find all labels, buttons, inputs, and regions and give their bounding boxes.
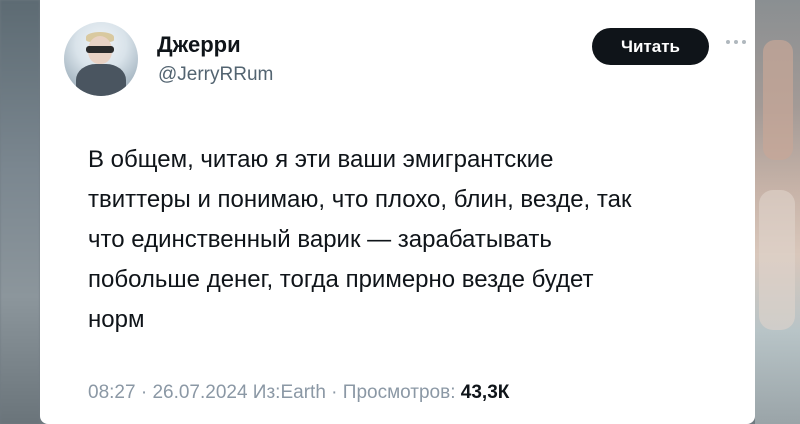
- tweet-source: Earth: [280, 382, 326, 403]
- meta-separator: ·: [325, 382, 343, 403]
- tweet-meta: 08:27 · 26.07.2024 Из:Earth · Просмотров…: [88, 382, 509, 404]
- avatar-body: [76, 64, 126, 96]
- more-horizontal-icon[interactable]: [726, 36, 750, 48]
- tweet-time[interactable]: 08:27: [88, 382, 136, 403]
- tweet-date[interactable]: 26.07.2024: [152, 382, 247, 403]
- author-handle[interactable]: @JerryRRum: [158, 64, 273, 86]
- meta-separator: ·: [135, 382, 153, 403]
- dot: [734, 40, 738, 44]
- avatar[interactable]: [64, 22, 138, 96]
- tweet-card: Джерри @JerryRRum Читать В общем, читаю …: [40, 0, 755, 424]
- background-shape: [759, 190, 795, 330]
- background-right: [755, 0, 800, 424]
- background-left: [0, 0, 40, 424]
- views-count: 43,3К: [460, 382, 510, 403]
- dot: [742, 40, 746, 44]
- avatar-glasses: [86, 46, 114, 53]
- dot: [726, 40, 730, 44]
- follow-button[interactable]: Читать: [592, 28, 709, 65]
- background-shape: [763, 40, 793, 160]
- tweet-text: В общем, читаю я эти ваши эмигрантские т…: [88, 146, 632, 333]
- views-label: Просмотров:: [342, 382, 461, 403]
- source-prefix: Из:: [247, 382, 281, 403]
- author-name[interactable]: Джерри: [157, 32, 241, 58]
